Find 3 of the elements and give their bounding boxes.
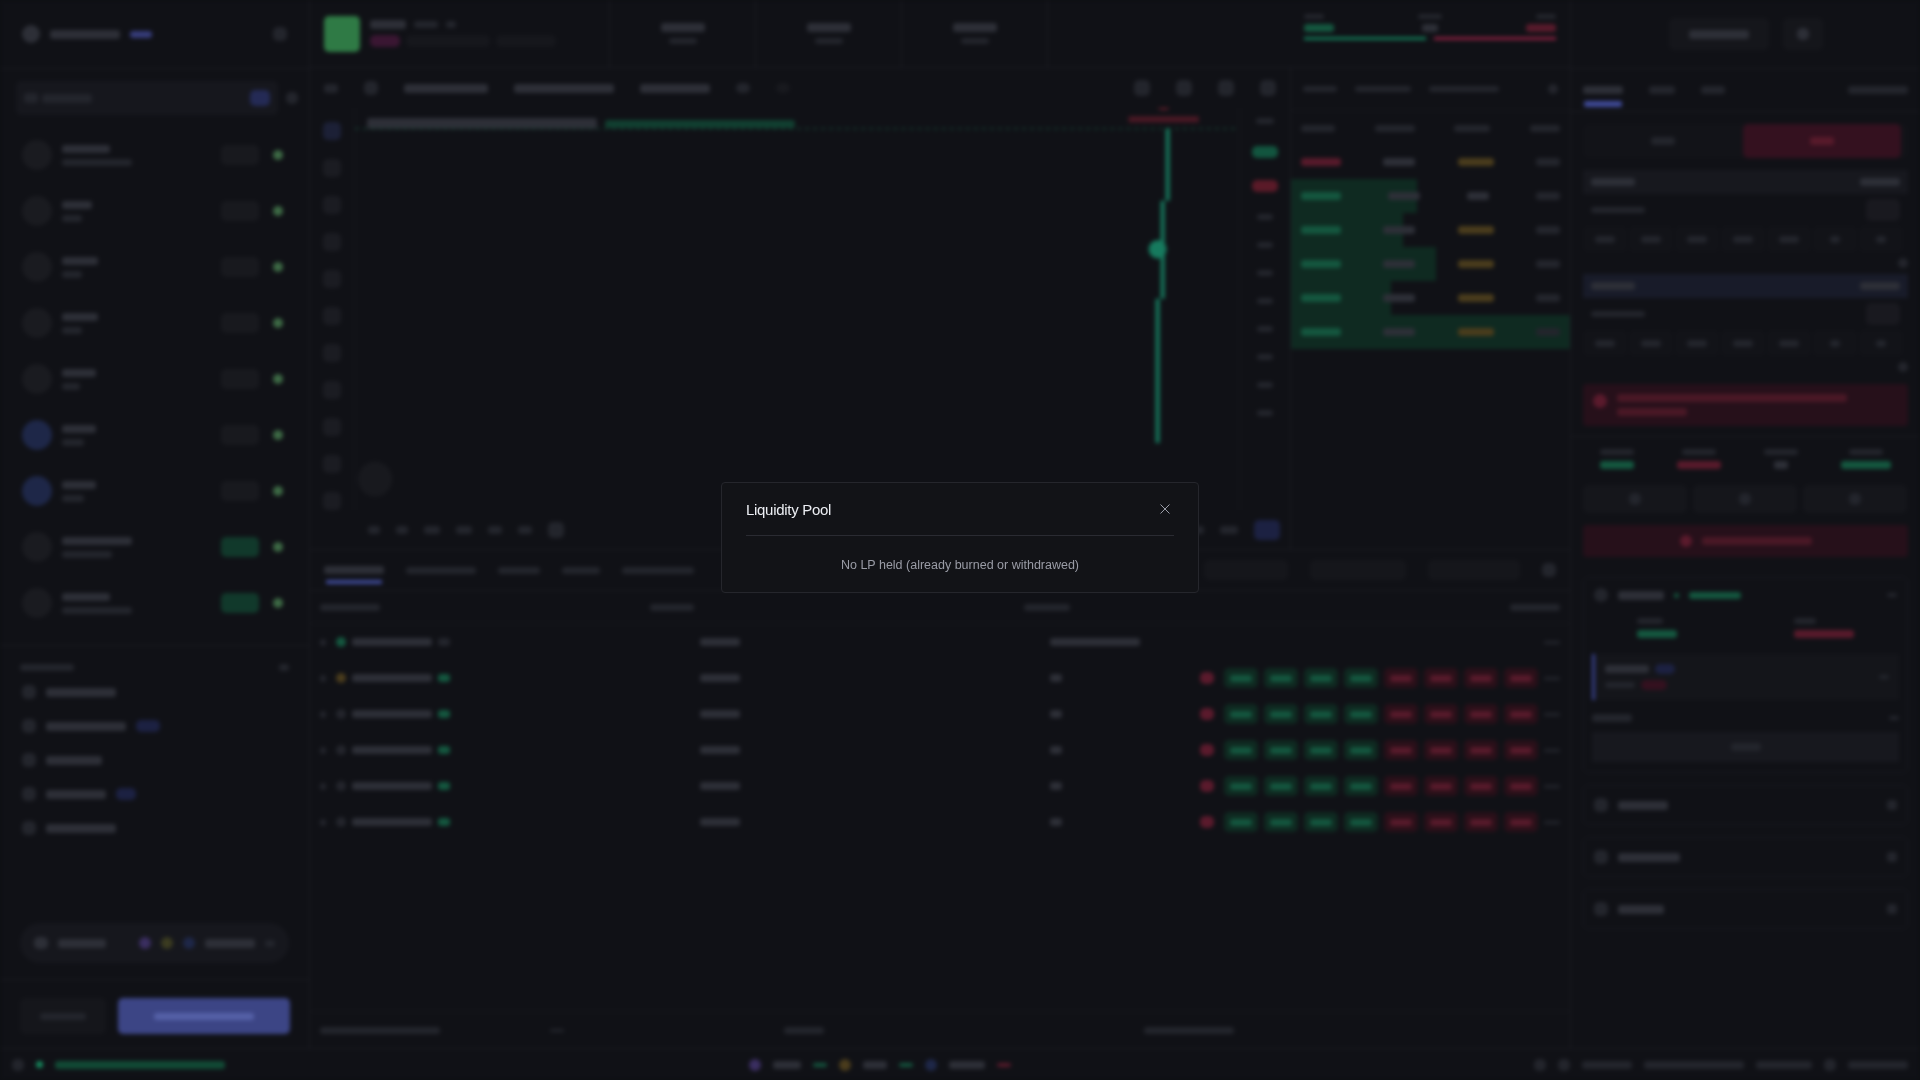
close-icon <box>1159 503 1171 515</box>
modal-message: No LP held (already burned or withdrawed) <box>839 557 1081 572</box>
modal-title: Liquidity Pool <box>746 500 832 518</box>
